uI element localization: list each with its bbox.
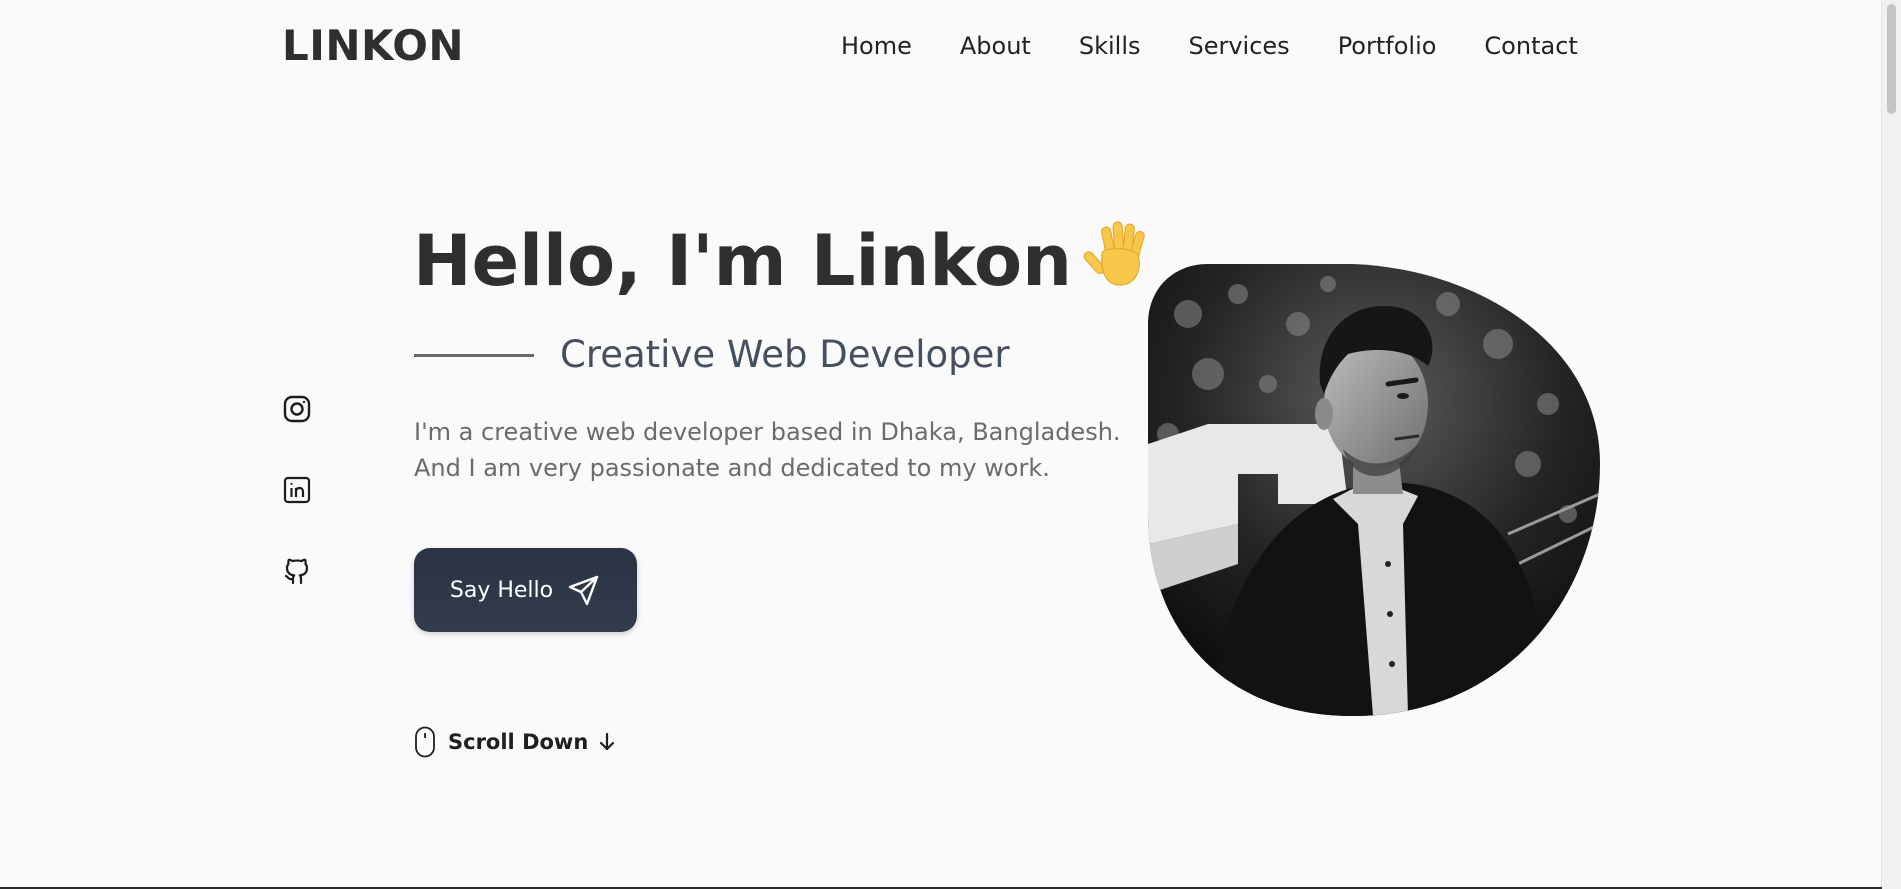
hero-subtitle: Creative Web Developer: [560, 333, 1010, 376]
say-hello-label: Say Hello: [449, 577, 554, 603]
linkedin-icon[interactable]: [282, 475, 312, 505]
social-links: [282, 394, 312, 637]
nav-link-home[interactable]: Home: [841, 30, 912, 62]
page: LINKON Home About Skills Services Portfo…: [0, 0, 1901, 889]
hero-subtitle-row: Creative Web Developer: [414, 333, 1010, 377]
waving-hand-icon: [1083, 221, 1145, 286]
scroll-down-label: Scroll Down: [448, 730, 589, 754]
hero-title-text: Hello, I'm Linkon: [413, 220, 1072, 302]
nav-link-contact[interactable]: Contact: [1484, 30, 1577, 62]
description-line: And I am very passionate and dedicated t…: [414, 454, 1050, 482]
nav-link-services[interactable]: Services: [1188, 30, 1289, 62]
hero-description: I'm a creative web developer based in Dh…: [414, 414, 1134, 486]
instagram-icon[interactable]: [282, 394, 312, 424]
send-plane-icon: [568, 575, 599, 606]
github-icon[interactable]: [282, 556, 312, 586]
main-nav: Home About Skills Services Portfolio Con…: [841, 30, 1578, 62]
page-scrollbar[interactable]: [1881, 0, 1901, 889]
nav-link-skills[interactable]: Skills: [1079, 30, 1141, 62]
profile-photo: [1148, 264, 1600, 716]
subtitle-divider: [414, 353, 534, 357]
scroll-down-link[interactable]: Scroll Down: [414, 726, 618, 758]
nav-link-about[interactable]: About: [960, 30, 1031, 62]
description-line: I'm a creative web developer based in Dh…: [414, 418, 1121, 446]
scrollbar-thumb[interactable]: [1887, 4, 1896, 114]
say-hello-button[interactable]: Say Hello: [414, 548, 637, 632]
nav-link-portfolio[interactable]: Portfolio: [1338, 30, 1437, 62]
mouse-icon: [415, 726, 435, 758]
site-logo[interactable]: LINKON: [282, 20, 464, 72]
hero-title: Hello, I'm Linkon: [413, 216, 1156, 306]
arrow-down-icon: [600, 732, 615, 751]
